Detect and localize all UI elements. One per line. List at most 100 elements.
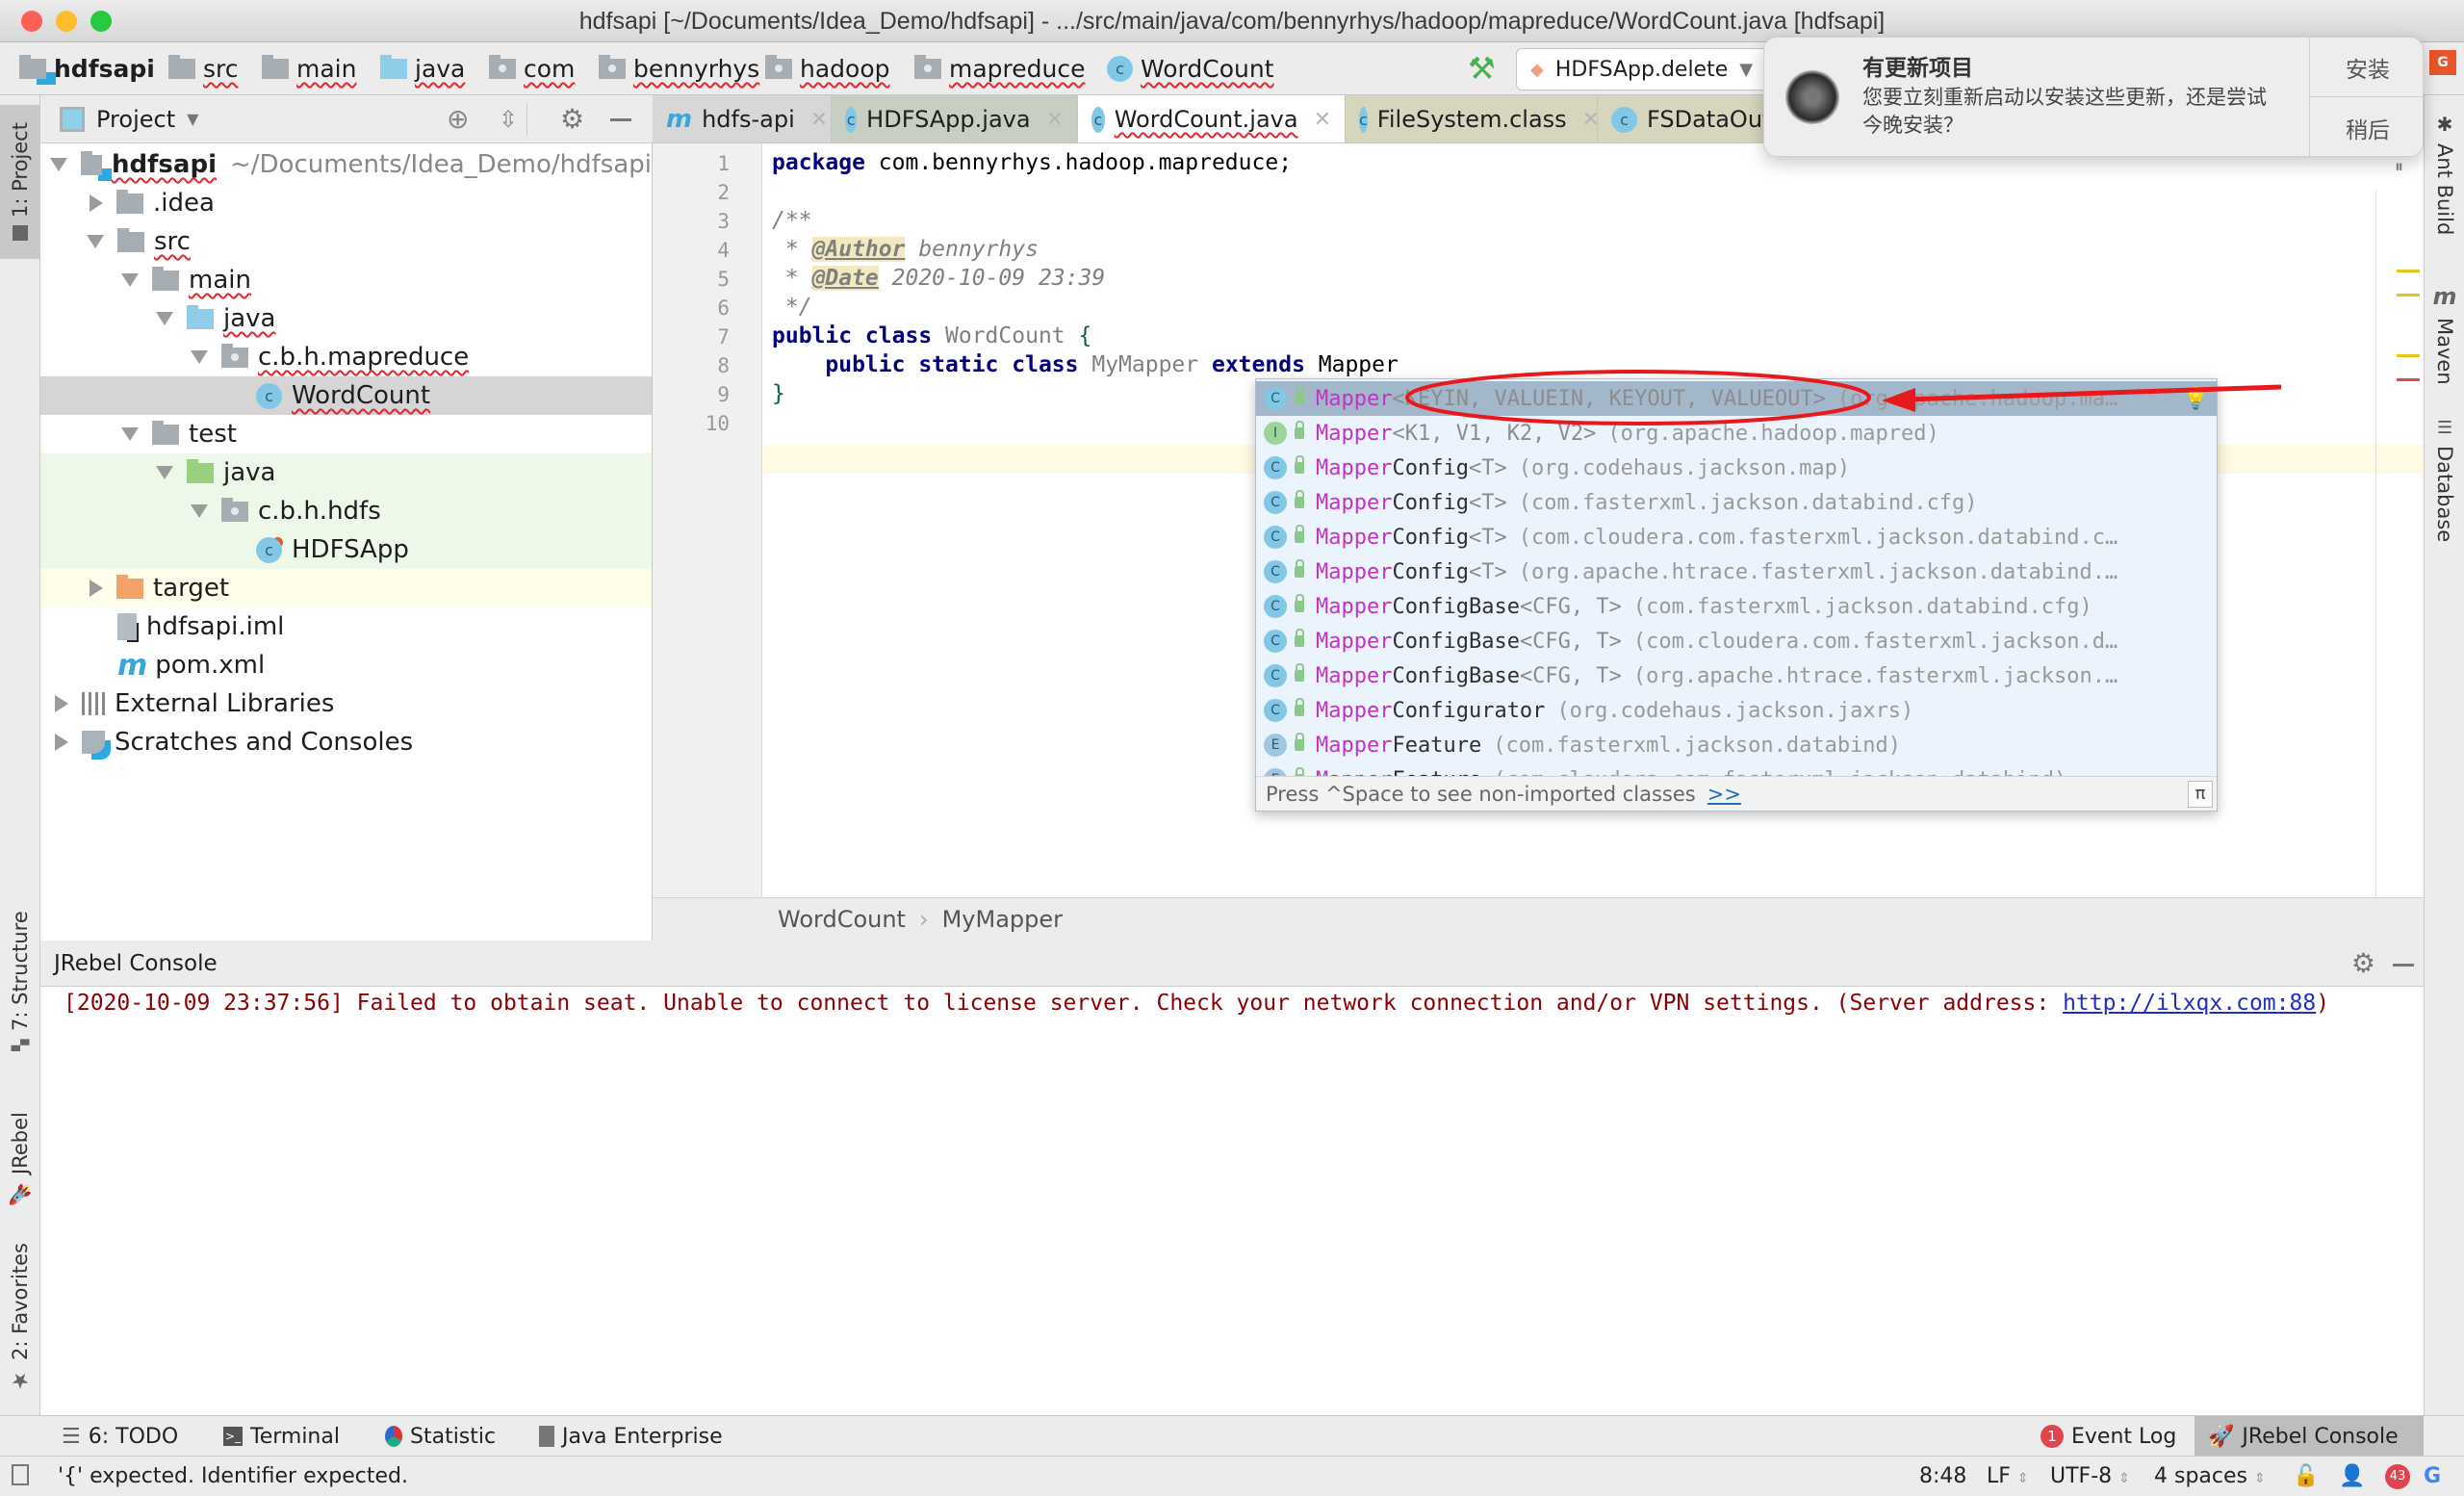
expand-arrow-icon[interactable] xyxy=(49,158,67,171)
warning-marker[interactable] xyxy=(2397,294,2420,297)
breadcrumb-item[interactable]: c WordCount xyxy=(1107,55,1274,83)
tree-item[interactable]: m pom.xml xyxy=(40,646,652,684)
tool-tab-maven[interactable]: m Maven xyxy=(2425,283,2464,399)
pi-button[interactable]: π xyxy=(2188,781,2213,808)
hide-panel-icon[interactable] xyxy=(610,118,631,121)
tab-hdfs-api[interactable]: m hdfs-api ✕ xyxy=(653,95,832,142)
tree-item[interactable]: .idea xyxy=(40,184,652,222)
tree-item[interactable]: c HDFSApp xyxy=(40,530,652,569)
tree-item[interactable]: hdfsapi ~/Documents/Idea_Demo/hdfsapi xyxy=(40,145,652,184)
notification-body[interactable]: 有更新项目 您要立刻重新启动以安装这些更新，还是尝试今晚安装？ xyxy=(1764,38,2309,156)
tree-item[interactable]: target xyxy=(40,569,652,607)
line-separator-select[interactable]: LF ⇕ xyxy=(1987,1464,2029,1488)
code-line-1[interactable]: package com.bennyrhys.hadoop.mapreduce; xyxy=(772,150,1292,175)
collapse-arrow-icon[interactable] xyxy=(90,580,103,597)
tree-item[interactable]: c.b.h.hdfs xyxy=(40,492,652,530)
gear-icon[interactable]: ⚙ xyxy=(2351,947,2375,979)
encoding-select[interactable]: UTF-8 ⇕ xyxy=(2050,1464,2130,1488)
project-view-selector[interactable]: Project xyxy=(96,106,175,133)
close-tab-icon[interactable]: ✕ xyxy=(1046,108,1064,132)
code-line-3[interactable]: /** xyxy=(772,208,812,233)
tree-item[interactable]: External Libraries xyxy=(40,684,652,723)
tree-item[interactable]: c WordCount xyxy=(40,376,652,415)
translate-icon[interactable]: G xyxy=(2429,50,2456,75)
collapse-arrow-icon[interactable] xyxy=(55,695,68,712)
breadcrumb-wordcount[interactable]: WordCount xyxy=(778,906,906,933)
later-button[interactable]: 稍后 xyxy=(2310,98,2423,156)
tab-hdfsapp-java[interactable]: c HDFSApp.java ✕ xyxy=(832,95,1078,142)
breadcrumb-item[interactable]: bennyrhys xyxy=(599,55,759,83)
expand-arrow-icon[interactable] xyxy=(156,466,173,479)
expand-arrow-icon[interactable] xyxy=(121,273,139,287)
tree-item[interactable]: c.b.h.mapreduce xyxy=(40,338,652,376)
tree-item[interactable]: Scratches and Consoles xyxy=(40,723,652,761)
tool-tab-java-enterprise[interactable]: Java Enterprise xyxy=(539,1416,723,1457)
lock-icon[interactable]: 🔓 xyxy=(2293,1464,2319,1488)
tab-filesystem-class[interactable]: c FileSystem.class ✕ xyxy=(1346,95,1600,142)
completion-item[interactable]: C Mapper <KEYIN, VALUEIN, KEYOUT, VALUEOUT… xyxy=(1256,381,2217,416)
tool-tab-jrebel[interactable]: 🚀 JRebel xyxy=(0,1096,40,1222)
close-tab-icon[interactable]: ✕ xyxy=(1314,108,1331,132)
tool-tab-event-log[interactable]: 1 Event Log xyxy=(2040,1416,2176,1457)
tool-tab-statistic[interactable]: Statistic xyxy=(385,1416,496,1457)
code-line-6[interactable]: */ xyxy=(772,295,812,320)
collapse-all-icon[interactable]: ⇳ xyxy=(499,106,518,133)
completion-item[interactable]: C Mapper ConfigBase <CFG, T> (com.cloudera.c… xyxy=(1256,624,2217,658)
tool-tab-terminal[interactable]: >_ Terminal xyxy=(223,1416,340,1457)
collapse-arrow-icon[interactable] xyxy=(55,734,68,751)
tool-tab-project[interactable]: 1: Project xyxy=(0,105,40,259)
expand-arrow-icon[interactable] xyxy=(121,427,139,441)
expand-arrow-icon[interactable] xyxy=(156,312,173,325)
console-output[interactable]: [2020-10-09 23:37:56] Failed to obtain s… xyxy=(64,991,2329,1016)
breadcrumb-item[interactable]: hdfsapi xyxy=(19,55,155,83)
hide-panel-icon[interactable] xyxy=(2393,964,2414,967)
tree-item[interactable]: src xyxy=(40,222,652,261)
completion-item[interactable]: C Mapper Config <T> (com.fasterxml.jackson.d… xyxy=(1256,485,2217,520)
breadcrumb-mymapper[interactable]: MyMapper xyxy=(942,906,1063,933)
hammer-icon[interactable]: ⚒ xyxy=(1468,50,1496,87)
tool-tab-jrebel-console[interactable]: 🚀 JRebel Console xyxy=(2194,1416,2424,1457)
google-icon[interactable]: G xyxy=(2424,1464,2441,1488)
tool-tab-todo[interactable]: ☰ 6: TODO xyxy=(62,1416,178,1457)
breadcrumb-item[interactable]: main xyxy=(262,55,356,83)
breadcrumb-item[interactable]: java xyxy=(380,55,465,83)
completion-item[interactable]: C Mapper ConfigBase <CFG, T> (org.apache.htr… xyxy=(1256,658,2217,693)
install-button[interactable]: 安装 xyxy=(2310,38,2423,97)
notifications-badge[interactable]: 43 xyxy=(2385,1464,2410,1489)
tree-item[interactable]: hdfsapi.iml xyxy=(40,607,652,646)
code-line-7[interactable]: public class WordCount { xyxy=(772,323,1091,348)
breadcrumb-item[interactable]: src xyxy=(168,55,239,83)
gear-icon[interactable]: ⚙ xyxy=(560,103,584,135)
lightbulb-icon[interactable]: 💡 xyxy=(2183,387,2209,411)
show-non-imported-link[interactable]: >> xyxy=(1707,783,1741,806)
tool-tab-database[interactable]: ☰ Database xyxy=(2425,418,2464,553)
completion-item[interactable]: C Mapper Configurator (org.codehaus.jackson… xyxy=(1256,693,2217,728)
caret-position[interactable]: 8:48 xyxy=(1919,1464,1966,1488)
tree-item[interactable]: java xyxy=(40,299,652,338)
collapse-arrow-icon[interactable] xyxy=(90,194,103,212)
code-line-8[interactable]: public static class MyMapper extends Map… xyxy=(772,352,1398,377)
indent-select[interactable]: 4 spaces ⇕ xyxy=(2154,1464,2266,1488)
run-configuration-select[interactable]: ◆ HDFSApp.delete ▼ xyxy=(1516,48,1776,90)
completion-item[interactable]: C Mapper ConfigBase <CFG, T> (com.fasterxml.… xyxy=(1256,589,2217,624)
completion-item[interactable]: C Mapper Config <T> (org.apache.htrace.faste… xyxy=(1256,555,2217,589)
code-line-9[interactable]: } xyxy=(772,381,785,406)
expand-arrow-icon[interactable] xyxy=(191,350,208,364)
breadcrumb-item[interactable]: mapreduce xyxy=(914,55,1086,83)
toggle-tool-windows-icon[interactable] xyxy=(12,1464,29,1485)
breadcrumb-item[interactable]: hadoop xyxy=(765,55,890,83)
tab-wordcount-java[interactable]: c WordCount.java ✕ xyxy=(1078,95,1346,142)
license-server-link[interactable]: http://ilxqx.com:88 xyxy=(2063,991,2316,1016)
completion-item[interactable]: I Mapper <K1, V1, K2, V2> (org.apache.hadoo… xyxy=(1256,416,2217,451)
tool-tab-structure[interactable]: ▚ 7: Structure xyxy=(0,894,40,1068)
tool-tab-favorites[interactable]: ★ 2: Favorites xyxy=(0,1231,40,1405)
tree-item[interactable]: main xyxy=(40,261,652,299)
completion-item[interactable]: E Mapper Feature (com.fasterxml.jackson.dat… xyxy=(1256,728,2217,762)
warning-marker[interactable] xyxy=(2397,354,2420,357)
hector-icon[interactable]: 👤 xyxy=(2339,1464,2365,1488)
breadcrumb-item[interactable]: com xyxy=(489,55,575,83)
completion-item[interactable]: C Mapper Config <T> (com.cloudera.com.faster… xyxy=(1256,520,2217,555)
error-marker[interactable] xyxy=(2397,378,2420,381)
tool-tab-ant-build[interactable]: ✱ Ant Build xyxy=(2425,113,2464,247)
warning-marker[interactable] xyxy=(2397,270,2420,272)
